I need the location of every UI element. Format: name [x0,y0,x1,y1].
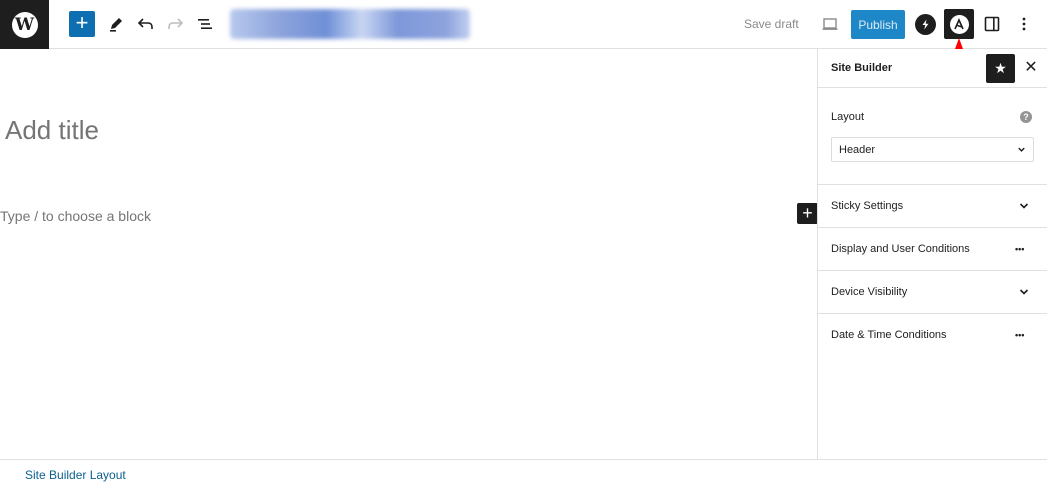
undo-button[interactable] [134,12,158,36]
panel-label: Display and User Conditions [831,243,970,255]
redo-button[interactable] [163,12,187,36]
add-block-button[interactable]: + [69,11,95,37]
chevron-down-icon [1019,289,1029,295]
save-draft-button[interactable]: Save draft [744,17,799,31]
help-icon[interactable]: ? [1020,111,1032,123]
pencil-icon [110,18,122,32]
block-appender-placeholder[interactable]: Type / to choose a block [0,208,151,224]
chevron-down-icon [1018,147,1025,152]
sidebar-icon [984,16,1000,32]
settings-sidebar-toggle[interactable] [980,12,1004,36]
panel-label: Sticky Settings [831,200,904,212]
panel-date-time-conditions[interactable]: Date & Time Conditions ••• [818,314,1047,357]
star-icon: ★ [994,60,1007,76]
panel-label: Date & Time Conditions [831,329,947,341]
list-view-icon [198,19,212,29]
panel-label: Device Visibility [831,286,908,298]
document-overview-button[interactable] [193,12,217,36]
document-title-bar[interactable] [230,9,470,39]
publish-button[interactable]: Publish [851,10,905,39]
layout-label: Layout [831,111,865,123]
sidebar-title: Site Builder [831,62,893,74]
editor-toolbar: W + Save draft Publish [0,0,1047,49]
more-icon[interactable]: ••• [1015,331,1024,340]
site-builder-settings-button[interactable] [944,9,974,39]
wordpress-icon: W [11,11,38,38]
close-icon: ✕ [1024,59,1038,76]
plus-icon: + [75,10,89,35]
site-builder-sidebar: Site Builder ★ ✕ Layout ? Header Sticky … [817,49,1047,459]
post-title-input[interactable]: Add title [5,115,99,146]
plus-icon: + [802,203,813,223]
panel-display-user-conditions[interactable]: Display and User Conditions ••• [818,228,1047,271]
inline-add-block-button[interactable]: + [797,203,818,224]
lightning-icon [922,19,929,30]
redo-icon [168,18,184,29]
close-sidebar-button[interactable]: ✕ [1022,58,1040,76]
layout-select-value: Header [839,144,876,156]
panel-sticky-settings[interactable]: Sticky Settings [818,185,1047,228]
spectra-button[interactable] [915,14,936,35]
undo-icon [137,18,153,29]
layout-select[interactable]: Header [831,137,1034,162]
chevron-down-icon [1019,203,1029,209]
astra-icon [949,14,969,34]
more-icon[interactable]: ••• [1015,245,1024,254]
layout-panel: Layout ? Header [818,89,1047,185]
options-menu-button[interactable] [1012,12,1036,36]
tools-button[interactable] [104,12,128,36]
editor-footer: Site Builder Layout [0,459,1047,487]
preview-button[interactable] [818,12,842,36]
sidebar-header: Site Builder ★ ✕ [818,49,1047,88]
pin-star-button[interactable]: ★ [986,54,1015,83]
panel-device-visibility[interactable]: Device Visibility [818,271,1047,314]
kebab-menu-icon [1022,17,1026,31]
site-builder-layout-link[interactable]: Site Builder Layout [25,468,126,482]
desktop-preview-icon [822,18,838,30]
wordpress-logo-button[interactable]: W [0,0,49,49]
